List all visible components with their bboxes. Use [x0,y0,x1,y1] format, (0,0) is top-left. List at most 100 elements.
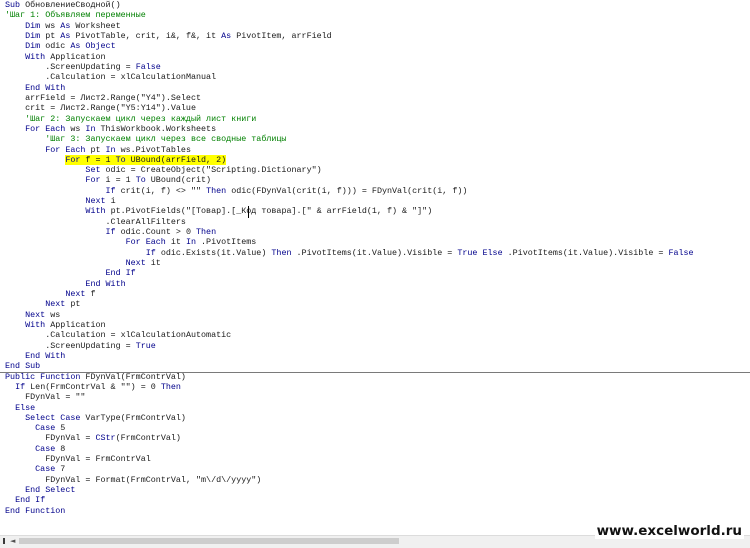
code-text: (FrmContrVal) [115,433,181,444]
code-keyword: Public Function [5,371,86,382]
code-line[interactable]: arrField = Лист2.Range("Y4").Select [5,93,201,103]
code-keyword: Next [65,289,91,299]
code-line[interactable]: .Calculation = xlCalculationAutomatic [5,330,231,340]
code-line[interactable]: Else [5,403,35,413]
code-line[interactable]: .Calculation = xlCalculationManual [5,72,216,82]
code-keyword: Case [35,423,61,434]
code-keyword: End With [85,278,126,289]
code-line[interactable]: If odic.Count > 0 Then [5,227,217,237]
code-line[interactable]: FDynVal = "" [5,392,85,402]
code-line[interactable]: With pt.PivotFields("[Товар].[_Код товар… [5,206,432,216]
code-line[interactable]: Next ws [5,310,60,320]
code-line[interactable]: 'Шаг 2: Запускаем цикл через каждый лист… [5,114,256,124]
code-line[interactable]: Dim odic As Object [5,41,116,52]
code-line[interactable]: Set odic = CreateObject("Scripting.Dicti… [5,165,321,175]
code-line[interactable]: With Application [5,320,105,330]
code-keyword: End With [25,82,66,93]
code-line[interactable]: Public Function FDynVal(FrmContrVal) [5,372,186,382]
code-line[interactable]: With Application [5,52,105,62]
code-text: Worksheet [75,20,121,31]
code-line[interactable]: Next i [5,196,115,206]
code-line[interactable]: For Each ws In ThisWorkbook.Worksheets [5,124,216,134]
code-line[interactable]: If crit(i, f) <> "" Then odic(FDynVal(cr… [5,185,468,196]
code-text: .Calculation = xlCalculationManual [45,72,217,83]
code-line[interactable]: End Select [5,485,75,495]
code-line[interactable]: .ScreenUpdating = False [5,62,161,72]
code-text: ws.PivotTables [120,144,191,155]
code-line[interactable]: .ScreenUpdating = True [5,341,156,351]
code-keyword: Select Case [25,412,86,423]
code-line[interactable]: End With [5,351,65,361]
code-line[interactable]: crit = Лист2.Range("Y5:Y14").Value [5,103,196,113]
code-keyword: For [85,175,106,186]
code-keyword: Then [271,247,297,258]
code-line[interactable]: For Each it In .PivotItems [5,237,257,248]
code-text: Len(FrmContrVal & "") = 0 [30,381,161,392]
code-line[interactable]: Select Case VarType(FrmContrVal) [5,413,186,423]
scroll-left-arrow-icon[interactable]: ◄ [10,536,18,546]
code-line[interactable]: Next it [5,258,161,268]
code-line[interactable]: 'Шаг 1: Объявляем переменные [5,10,146,20]
code-keyword: If [105,185,121,196]
code-text: FDynVal = [45,433,96,444]
code-line[interactable]: Dim pt As PivotTable, crit, i&, f&, it A… [5,31,332,41]
code-text: ws [70,123,86,134]
code-keyword: To [115,154,131,165]
code-line[interactable]: FDynVal = CStr(FrmContrVal) [5,433,181,443]
code-keyword: True [135,340,156,351]
code-text: ws [50,309,61,320]
code-line[interactable]: Case 8 [5,444,65,454]
code-line[interactable]: If odic.Exists(it.Value) Then .PivotItem… [5,248,694,258]
code-text: crit(i, f) <> "" [120,185,207,196]
code-line[interactable]: End With [5,278,126,289]
code-line[interactable]: Next pt [5,299,80,309]
code-line[interactable]: End Function [5,506,65,516]
text-cursor [248,206,249,218]
code-text: it [170,237,186,248]
code-line[interactable]: Case 5 [5,423,65,433]
code-line[interactable]: End With [5,83,65,93]
code-line[interactable]: Next f [5,289,95,299]
code-keyword: Dim [25,31,46,41]
code-keyword: False [135,61,161,72]
code-text: .ClearAllFilters [105,216,186,227]
code-line[interactable]: For Each pt In ws.PivotTables [5,145,191,155]
code-line[interactable]: If Len(FrmContrVal & "") = 0 Then [5,382,181,392]
code-line[interactable]: Dim ws As Worksheet [5,21,121,31]
code-line[interactable]: For f = 1 To UBound(arrField, 2) [5,154,227,165]
code-text: .PivotItems(it.Value).Visible = [507,247,669,258]
code-line[interactable]: End Sub [5,361,40,371]
code-keyword: End If [105,268,136,279]
code-line[interactable]: End If [5,268,136,278]
code-text: .ScreenUpdating = [45,61,136,72]
code-line[interactable]: 'Шаг 3: Запускаем цикл через все сводные… [5,134,286,144]
code-line[interactable]: Case 7 [5,464,65,474]
code-line[interactable]: End If [5,495,45,505]
code-line[interactable]: Sub ОбновлениеСводной() [5,0,121,10]
code-keyword: Then [196,227,217,237]
split-handle-icon[interactable] [0,536,10,546]
code-line[interactable]: FDynVal = FrmContrVal [5,454,151,464]
code-text: ОбновлениеСводной() [25,0,121,10]
code-line[interactable]: .ClearAllFilters [5,217,186,227]
scrollbar-thumb[interactable] [19,538,399,544]
code-text: pt [45,31,61,41]
code-comment: 'Шаг 1: Объявляем переменные [5,10,146,21]
code-keyword: For [65,154,86,165]
code-line[interactable]: FDynVal = Format(FrmContrVal, "m\/d\/yyy… [5,475,261,485]
code-text: .PivotItems [201,237,257,248]
code-editor[interactable]: Sub ОбновлениеСводной() 'Шаг 1: Объявляем… [0,0,750,533]
code-keyword: As Object [70,41,116,52]
code-keyword: If [145,247,161,258]
code-line[interactable]: For i = 1 To UBound(crit) [5,175,211,185]
